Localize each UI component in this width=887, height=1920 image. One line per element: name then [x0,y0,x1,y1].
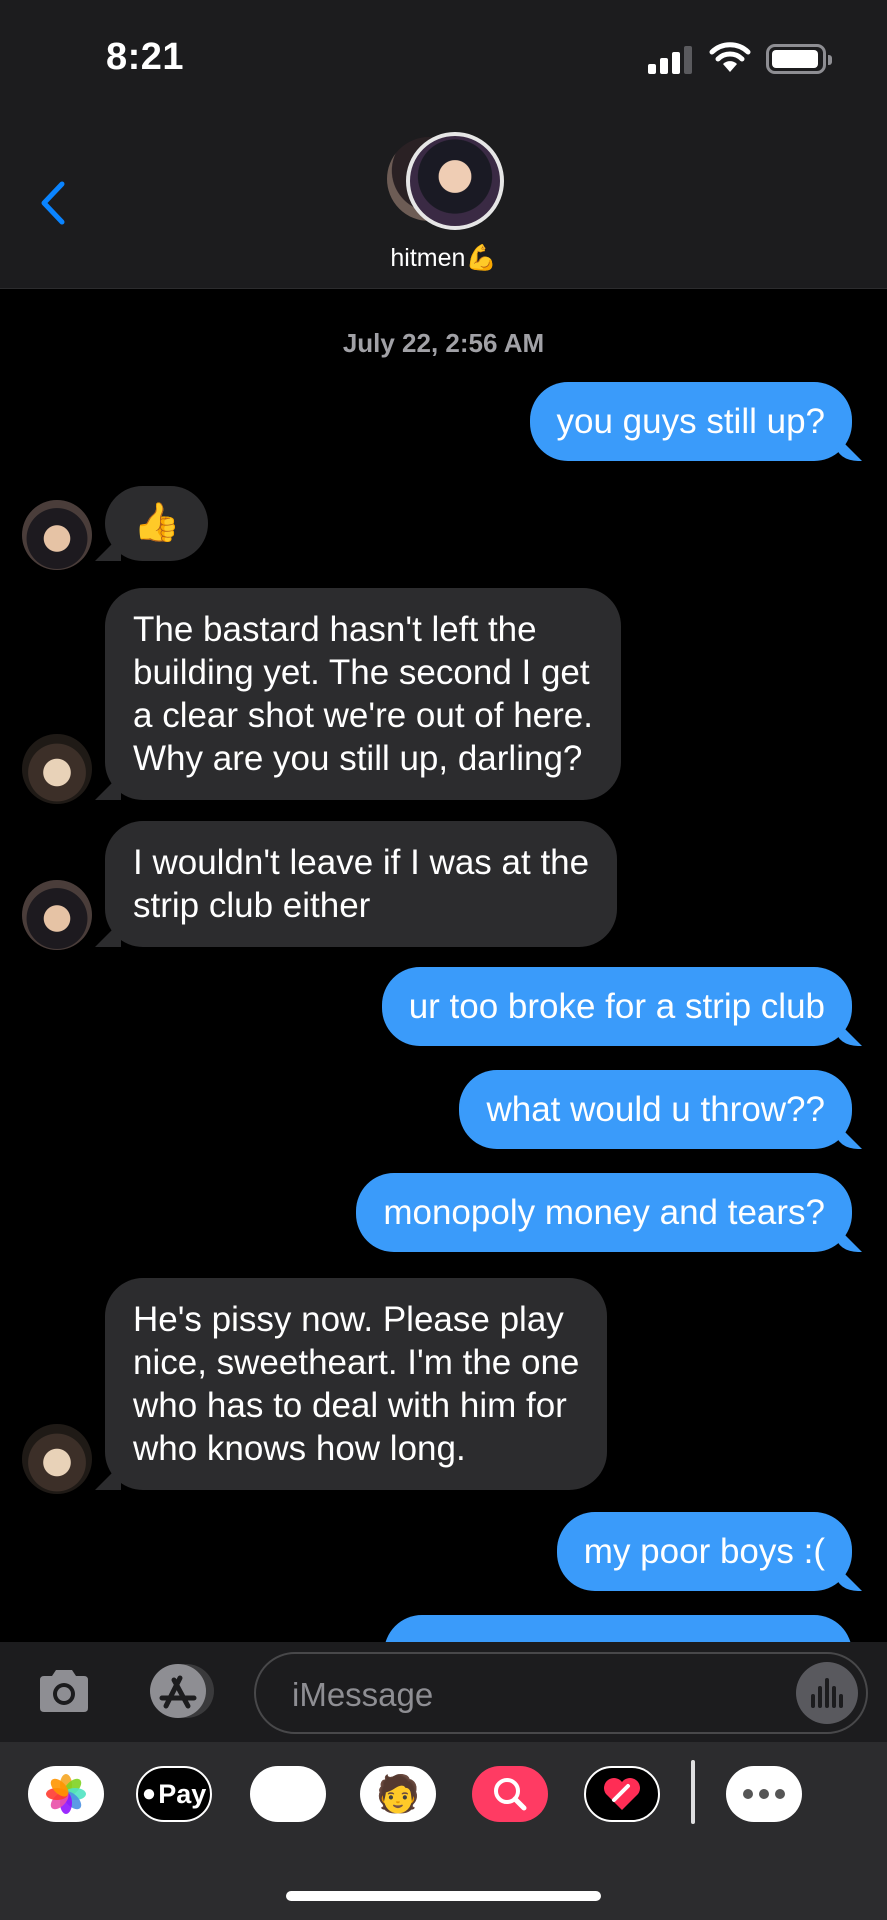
member-avatar [406,132,504,230]
outgoing-message[interactable]: my poor boys :( [556,1512,852,1591]
group-avatar[interactable] [384,132,504,232]
message-line: building yet. The second I get [133,653,590,692]
message-line: who has to deal with him for [133,1386,567,1425]
message-timestamp: July 22, 2:56 AM [342,328,545,358]
apple-pay-icon[interactable]: ● Pay [136,1766,212,1822]
message-line: The bastard hasn't left the [133,610,537,649]
digital-touch-icon[interactable] [584,1766,660,1822]
message-line: strip club either [133,886,371,925]
home-indicator[interactable] [286,1891,601,1901]
status-time: 8:21 [106,36,185,78]
message-line: Why are you still up, darling? [133,739,583,778]
app-store-icon[interactable] [142,1662,216,1720]
battery-icon [766,44,832,74]
status-bar: 8:21 [0,0,887,112]
conversation-header: hitmen💪 [0,112,887,289]
message-line: nice, sweetheart. I'm the one [133,1343,580,1382]
photos-icon[interactable] [28,1766,104,1822]
outgoing-message[interactable]: what would u throw?? [459,1070,852,1149]
message-input[interactable]: iMessage [254,1652,868,1734]
outgoing-message[interactable]: ur too broke for a strip club [381,967,852,1046]
avatar-toji[interactable] [22,880,92,950]
incoming-message[interactable]: The bastard hasn't left the building yet… [105,588,621,800]
more-icon[interactable] [726,1766,802,1822]
message-line: who knows how long. [133,1429,466,1468]
apple-pay-label: Pay [158,1778,207,1809]
compose-bar: iMessage [0,1642,887,1742]
message-line: He's pissy now. Please play [133,1300,564,1339]
avatar-geto[interactable] [22,1424,92,1494]
cellular-signal-icon [648,46,692,74]
back-chevron-icon[interactable] [34,178,74,228]
incoming-message[interactable]: 👍 [105,486,209,561]
drawer-divider [691,1760,695,1824]
avatar-toji[interactable] [22,500,92,570]
message-line: I wouldn't leave if I was at the [133,843,590,882]
message-line: a clear shot we're out of here. [133,696,593,735]
message-thread[interactable]: July 22, 2:56 AM you guys still up? 👍 Th… [0,290,887,1642]
wifi-icon [709,42,751,72]
outgoing-message[interactable]: you guys still up? [529,382,852,461]
memoji-icon[interactable]: 🧑 [360,1766,436,1822]
animoji-icon[interactable]: 🐵 [250,1766,326,1822]
incoming-message[interactable]: He's pissy now. Please play nice, sweeth… [105,1278,608,1490]
avatar-geto[interactable] [22,734,92,804]
apple-logo-icon: ● [141,1780,157,1807]
images-search-icon[interactable] [472,1766,548,1822]
group-name[interactable]: hitmen💪 [0,244,887,273]
outgoing-message[interactable]: monopoly money and tears? [356,1173,852,1252]
audio-message-icon[interactable] [796,1662,858,1724]
camera-icon[interactable] [36,1668,92,1714]
incoming-message[interactable]: I wouldn't leave if I was at the strip c… [105,821,618,947]
message-placeholder: iMessage [292,1676,434,1713]
outgoing-message-partial[interactable] [384,1615,852,1642]
